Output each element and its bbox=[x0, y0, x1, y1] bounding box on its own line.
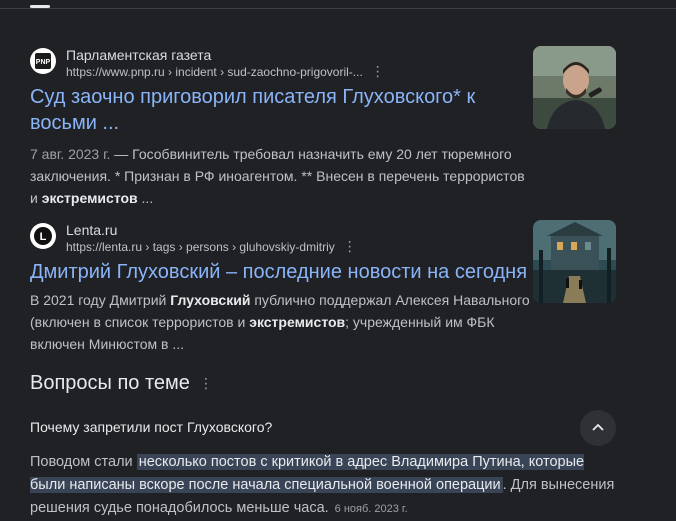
more-vert-icon[interactable]: ⋮ bbox=[371, 64, 385, 78]
search-result-pnp: PNP Парламентская газета https://www.pnp… bbox=[30, 46, 530, 209]
site-url: https://www.pnp.ru › incident › sud-zaoc… bbox=[66, 64, 385, 79]
snippet-keyword: Глуховский bbox=[170, 292, 251, 308]
result-title-link[interactable]: Суд заочно приговорил писателя Глуховско… bbox=[30, 84, 530, 136]
lenta-favicon-icon: L bbox=[30, 223, 56, 249]
favicon-label: L bbox=[40, 231, 47, 243]
result-title-link[interactable]: Дмитрий Глуховский – последние новости н… bbox=[30, 259, 530, 285]
people-also-ask-heading: Вопросы по теме bbox=[30, 372, 190, 394]
answer-date: 6 нояб. 2023 г. bbox=[334, 503, 408, 515]
site-name: Lenta.ru bbox=[66, 222, 118, 238]
result-date: 7 авг. 2023 г. bbox=[30, 146, 111, 162]
tabs-divider bbox=[0, 8, 676, 9]
site-url: https://lenta.ru › tags › persons › gluh… bbox=[66, 239, 357, 254]
favicon-label: PNP bbox=[36, 59, 51, 66]
search-result-lenta: L Lenta.ru https://lenta.ru › tags › per… bbox=[30, 221, 530, 355]
url-text: https://www.pnp.ru › incident › sud-zaoc… bbox=[66, 65, 363, 79]
result-snippet: В 2021 году Дмитрий Глуховский публично … bbox=[30, 289, 530, 355]
chevron-up-icon[interactable] bbox=[580, 410, 616, 446]
url-text: https://lenta.ru › tags › persons › gluh… bbox=[66, 240, 335, 254]
snippet-text: ... bbox=[137, 190, 154, 206]
snippet-keyword: экстремистов bbox=[249, 314, 346, 330]
result-thumbnail-image[interactable] bbox=[533, 220, 616, 303]
site-name: Парламентская газета bbox=[66, 47, 212, 63]
result-thumbnail-image[interactable] bbox=[533, 46, 616, 129]
paa-question[interactable]: Почему запретили пост Глуховского? bbox=[30, 419, 272, 435]
result-snippet: 7 авг. 2023 г. — Гособвинитель требовал … bbox=[30, 143, 530, 209]
more-vert-icon[interactable]: ⋮ bbox=[199, 376, 213, 390]
answer-prefix: Поводом стали bbox=[30, 454, 137, 470]
result-source[interactable]: PNP Парламентская газета https://www.pnp… bbox=[30, 46, 530, 80]
paa-answer: Поводом стали несколько постов с критико… bbox=[30, 451, 620, 521]
result-source[interactable]: L Lenta.ru https://lenta.ru › tags › per… bbox=[30, 221, 530, 255]
pnp-favicon-icon: PNP bbox=[30, 48, 56, 74]
snippet-text: В 2021 году Дмитрий bbox=[30, 292, 171, 308]
snippet-keyword: экстремистов bbox=[41, 190, 138, 206]
more-vert-icon[interactable]: ⋮ bbox=[343, 239, 357, 253]
